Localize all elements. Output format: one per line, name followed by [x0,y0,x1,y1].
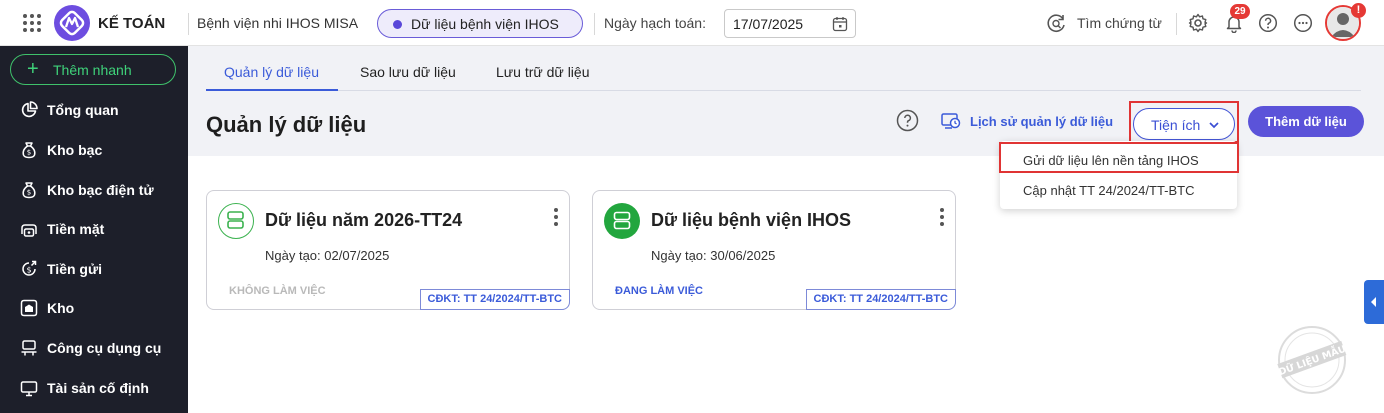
add-data-label: Thêm dữ liệu [1265,114,1347,129]
sidebar-item-label: Công cụ dụng cụ [47,340,162,356]
search-document-link[interactable]: Tìm chứng từ [1077,15,1162,31]
pie-chart-icon [21,101,38,118]
database-stack-icon [613,211,631,230]
database-icon [604,203,640,239]
card-regime-tag: CĐKT: TT 24/2024/TT-BTC [805,289,956,310]
database-icon [218,203,254,239]
menu-item-label: Cập nhật TT 24/2024/TT-BTC [1023,183,1195,198]
main-content: Quản lý dữ liệu Sao lưu dữ liệu Lưu trữ … [188,46,1384,413]
sidebar-item-e-treasury[interactable]: $ Kho bạc điện tử [0,172,188,208]
help-icon[interactable] [1258,13,1278,33]
quick-add-label: Thêm nhanh [53,62,132,78]
gear-icon[interactable] [1188,13,1208,33]
more-options-icon[interactable] [1293,13,1313,33]
sidebar-item-label: Tiền gửi [47,261,102,277]
plus-icon: + [27,58,39,80]
posting-date-label: Ngày hạch toán: [604,15,706,31]
card-regime-tag: CĐKT: TT 24/2024/TT-BTC [419,289,570,310]
notification-badge: 29 [1230,4,1250,19]
svg-text:$: $ [27,149,31,157]
divider [188,13,189,35]
cash-icon [21,224,37,237]
avatar-alert-badge: ! [1351,3,1366,18]
logo-mark-icon [59,10,85,36]
sidebar-item-label: Tổng quan [47,102,119,118]
active-tab-indicator [206,89,338,91]
top-bar: KẾ TOÁN Bệnh viện nhi IHOS MISA Dữ liệu … [0,0,1384,46]
posting-date-value: 17/07/2025 [733,16,804,32]
sidebar-item-warehouse[interactable]: Kho [0,290,188,326]
data-card[interactable]: Dữ liệu năm 2026-TT24 Ngày tạo: 02/07/20… [206,190,570,310]
search-refresh-icon[interactable] [1046,13,1067,34]
card-title: Dữ liệu bệnh viện IHOS [651,210,852,230]
card-title: Dữ liệu năm 2026-TT24 [265,210,463,230]
data-card[interactable]: Dữ liệu bệnh viện IHOS Ngày tạo: 30/06/2… [592,190,956,310]
fixed-asset-icon [20,381,38,397]
sidebar-item-label: Kho [47,300,75,316]
sidebar-item-label: Tài sản cố định [47,380,149,396]
database-name: Dữ liệu bệnh viện IHOS [411,16,559,32]
app-grid-icon[interactable] [22,13,42,33]
divider [1176,13,1177,35]
calendar-icon[interactable] [832,16,848,32]
menu-item-update-circular[interactable]: Cập nhật TT 24/2024/TT-BTC [1000,174,1237,204]
card-status: KHÔNG LÀM VIỆC [229,285,326,297]
sidebar-item-treasury[interactable]: $ Kho bạc [0,132,188,168]
misa-logo [54,5,90,41]
sidebar: + Thêm nhanh Tổng quan $ Kho bạc $ Kho b… [0,46,188,413]
page-title: Quản lý dữ liệu [206,112,367,137]
page-header: Quản lý dữ liệu Sao lưu dữ liệu Lưu trữ … [188,46,1384,156]
card-status: ĐANG LÀM VIỆC [615,285,703,297]
sidebar-item-overview[interactable]: Tổng quan [0,92,188,128]
sample-data-stamp: DỮ LIỆU MẪU [1277,326,1348,394]
divider [594,13,595,35]
history-icon[interactable] [941,111,961,131]
app-name: KẾ TOÁN [98,15,166,32]
side-panel-toggle[interactable] [1364,280,1384,324]
database-stack-icon [227,211,244,229]
utilities-highlight-box [1129,101,1239,143]
active-dot-icon [393,20,402,29]
kebab-menu-icon[interactable] [553,207,559,227]
card-created-date: Ngày tạo: 30/06/2025 [651,248,776,263]
svg-text:$: $ [26,266,31,275]
stamp-text: DỮ LIỆU MẪU [1277,342,1348,378]
caret-left-icon [1371,297,1376,307]
tools-icon [21,340,37,356]
sidebar-item-tools[interactable]: Công cụ dụng cụ [0,330,188,366]
posting-date-input[interactable]: 17/07/2025 [724,9,856,38]
sidebar-item-deposit[interactable]: $ Tiền gửi [0,251,188,287]
e-treasury-icon: $ [22,182,36,199]
tab-data-backup[interactable]: Sao lưu dữ liệu [360,64,456,80]
tab-data-archive[interactable]: Lưu trữ dữ liệu [496,64,590,80]
menu-item-highlight-box [999,142,1239,173]
treasury-icon: $ [22,142,36,159]
help-icon[interactable] [896,109,919,132]
card-created-date: Ngày tạo: 02/07/2025 [265,248,390,263]
deposit-icon: $ [22,260,37,276]
history-link[interactable]: Lịch sử quản lý dữ liệu [970,114,1113,129]
sidebar-item-fixed-assets[interactable]: Tài sản cố định [0,370,188,406]
sidebar-item-label: Kho bạc điện tử [47,182,154,198]
sidebar-item-label: Tiền mặt [47,221,105,237]
kebab-menu-icon[interactable] [939,207,945,227]
add-data-button[interactable]: Thêm dữ liệu [1248,106,1364,137]
svg-text:$: $ [27,189,31,197]
sidebar-item-label: Kho bạc [47,142,103,158]
database-selector[interactable]: Dữ liệu bệnh viện IHOS [377,9,583,38]
unit-name[interactable]: Bệnh viện nhi IHOS MISA [197,15,358,31]
sidebar-item-cash[interactable]: Tiền mặt [0,211,188,247]
warehouse-icon [20,299,38,317]
tab-bar: Quản lý dữ liệu Sao lưu dữ liệu Lưu trữ … [206,56,1361,91]
quick-add-button[interactable]: + Thêm nhanh [10,54,176,85]
tab-data-management[interactable]: Quản lý dữ liệu [224,64,319,80]
